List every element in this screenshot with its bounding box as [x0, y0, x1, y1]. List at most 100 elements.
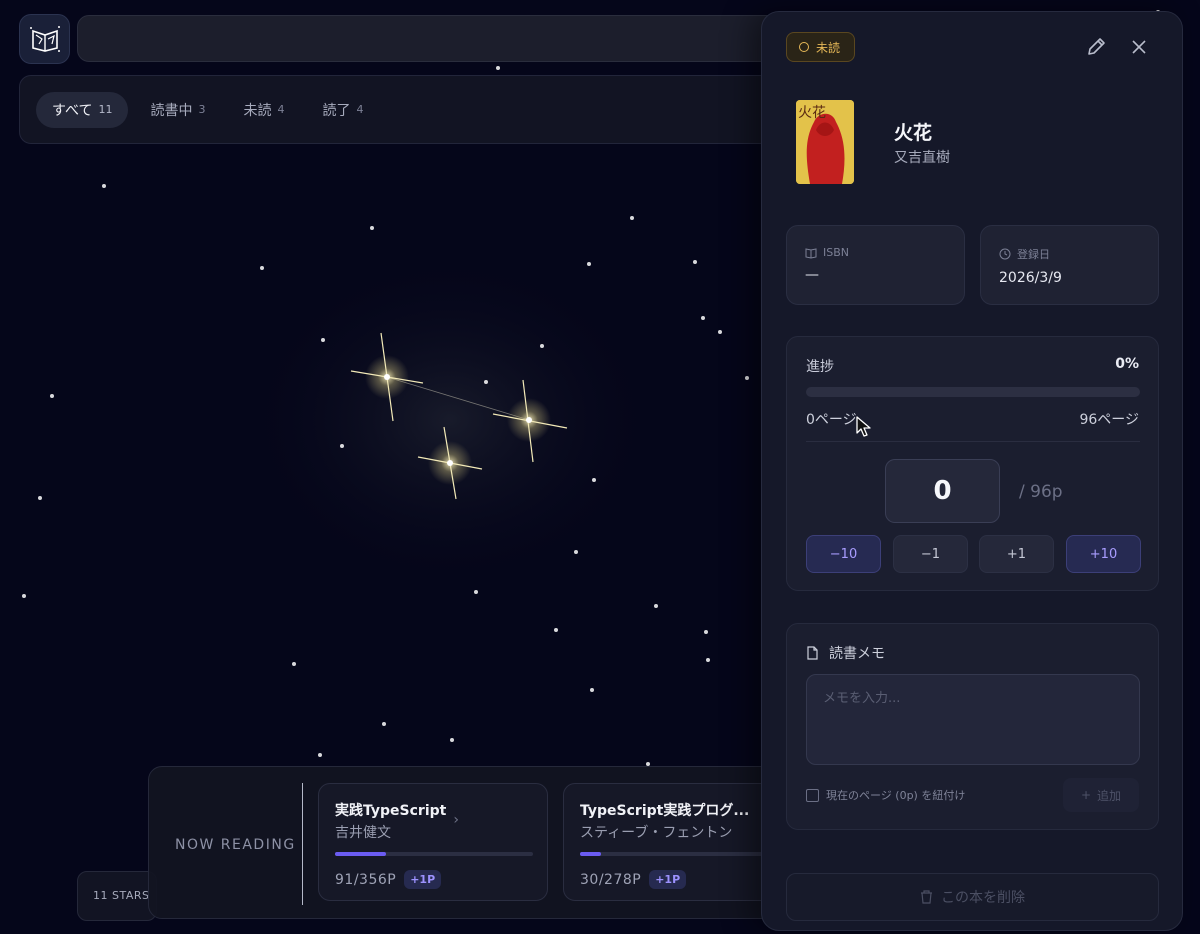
- background-star: [574, 550, 578, 554]
- background-star: [340, 444, 344, 448]
- total-pages-label: / 96p: [1019, 482, 1063, 502]
- background-star: [630, 216, 634, 220]
- minus-one-button[interactable]: −1: [893, 535, 968, 573]
- book-title: 火花: [894, 122, 933, 144]
- date-value: 2026/3/9: [999, 270, 1062, 286]
- isbn-card: ISBN —: [786, 225, 965, 305]
- background-star: [718, 330, 722, 334]
- cover-title: 火花: [798, 105, 826, 121]
- background-star: [321, 338, 325, 342]
- attach-page-label: 現在のページ (0p) を紐付け: [826, 789, 966, 802]
- pencil-icon: [1088, 38, 1105, 55]
- progress-max-label: 96ページ: [1079, 412, 1139, 428]
- book-title: TypeScript実践プログ...: [580, 803, 750, 819]
- attach-page-checkbox[interactable]: 現在のページ (0p) を紐付け: [806, 787, 965, 803]
- background-star: [704, 630, 708, 634]
- book-cover-image: 火花: [796, 100, 854, 184]
- book-title: 実践TypeScript: [335, 803, 447, 819]
- background-star: [38, 496, 42, 500]
- plus-one-page-button[interactable]: +1P: [404, 870, 442, 889]
- progress-label: 進捗: [806, 359, 834, 375]
- filter-tabs: すべて 11 読書中 3 未読 4 読了 4: [19, 75, 799, 144]
- plus-one-button[interactable]: +1: [979, 535, 1054, 573]
- now-reading-card[interactable]: 実践TypeScript 吉井健文 › 91/356P +1P: [318, 783, 548, 901]
- now-reading-bar: NOW READING 実践TypeScript 吉井健文 › 91/356P …: [148, 766, 788, 919]
- background-star: [22, 594, 26, 598]
- checkbox-icon: [806, 788, 819, 802]
- tab-all[interactable]: すべて 11: [36, 91, 129, 128]
- date-label: 登録日: [1017, 248, 1050, 261]
- circle-icon: [799, 42, 809, 52]
- book-author: 又吉直樹: [894, 150, 950, 166]
- background-star: [587, 262, 591, 266]
- isbn-label: ISBN: [823, 246, 850, 259]
- minus-ten-button[interactable]: −10: [806, 535, 881, 573]
- progress-slider[interactable]: [806, 387, 1140, 397]
- background-star: [592, 478, 596, 482]
- book-constellation-icon: [29, 26, 60, 52]
- page-count: 91/356P: [335, 871, 397, 888]
- tab-label: すべて: [52, 102, 93, 119]
- background-star: [745, 376, 749, 380]
- progress-min-label: 0ページ: [806, 412, 857, 428]
- background-star: [260, 266, 264, 270]
- book-cover: 火花: [796, 100, 854, 184]
- book-author: 吉井健文: [335, 825, 391, 841]
- background-star: [450, 738, 454, 742]
- background-star: [370, 226, 374, 230]
- divider: [806, 441, 1140, 442]
- background-star: [554, 628, 558, 632]
- plus-ten-button[interactable]: +10: [1066, 535, 1141, 573]
- document-icon: [807, 646, 818, 660]
- trash-icon: [921, 890, 932, 904]
- close-icon: [1132, 40, 1146, 54]
- progress-percent: 0%: [1115, 356, 1139, 372]
- tab-label: 未読: [243, 102, 272, 119]
- tab-count: 3: [198, 103, 206, 116]
- tab-count: 4: [356, 103, 364, 116]
- add-memo-button[interactable]: + 追加: [1063, 778, 1139, 812]
- tab-unread[interactable]: 未読 4: [227, 92, 300, 128]
- background-star: [496, 66, 500, 70]
- edit-button[interactable]: [1083, 34, 1109, 60]
- chevron-right-icon: ›: [453, 812, 459, 828]
- background-star: [474, 590, 478, 594]
- plus-one-page-button[interactable]: +1P: [649, 870, 687, 889]
- background-star: [693, 260, 697, 264]
- now-reading-label: NOW READING: [175, 837, 296, 853]
- status-badge[interactable]: 未読: [786, 32, 856, 62]
- app-logo[interactable]: [19, 14, 70, 64]
- memo-card: 読書メモ メモを入力... 現在のページ (0p) を紐付け + 追加: [786, 623, 1159, 830]
- tab-label: 読了: [322, 102, 351, 119]
- close-button[interactable]: [1126, 34, 1152, 60]
- current-page-input[interactable]: 0: [885, 459, 1000, 523]
- background-star: [706, 658, 710, 662]
- now-reading-card[interactable]: TypeScript実践プログ... スティーブ・フェントン 30/278P +…: [563, 783, 787, 901]
- tab-reading[interactable]: 読書中 3: [134, 92, 221, 128]
- stars-count-badge: 11 STARS: [77, 871, 157, 921]
- delete-book-button[interactable]: この本を削除: [786, 873, 1159, 921]
- tab-count: 11: [98, 103, 113, 116]
- plus-icon: +: [1080, 788, 1092, 802]
- background-star: [382, 722, 386, 726]
- memo-title: 読書メモ: [829, 646, 885, 662]
- tab-count: 4: [277, 103, 285, 116]
- background-star: [701, 316, 705, 320]
- progress-bar: [335, 852, 533, 856]
- isbn-value: —: [805, 267, 819, 283]
- memo-textarea[interactable]: メモを入力...: [806, 674, 1140, 765]
- background-star: [50, 394, 54, 398]
- mouse-cursor-icon: [856, 416, 871, 437]
- delete-label: この本を削除: [941, 890, 1025, 906]
- progress-card: 進捗 0% 0ページ 96ページ 0 / 96p −10 −1 +1 +10: [786, 336, 1159, 591]
- book-detail-panel: 未読 火花 火花 又吉直樹 ISBN — 登録日 2026/3/9 進捗 0% …: [761, 11, 1183, 931]
- tab-label: 読書中: [150, 102, 193, 119]
- date-card: 登録日 2026/3/9: [980, 225, 1159, 305]
- background-star: [540, 344, 544, 348]
- search-bar[interactable]: [77, 15, 797, 62]
- background-star: [484, 380, 488, 384]
- book-icon: [805, 247, 817, 259]
- background-star: [102, 184, 106, 188]
- tab-finished[interactable]: 読了 4: [306, 92, 379, 128]
- book-author: スティーブ・フェントン: [580, 825, 733, 841]
